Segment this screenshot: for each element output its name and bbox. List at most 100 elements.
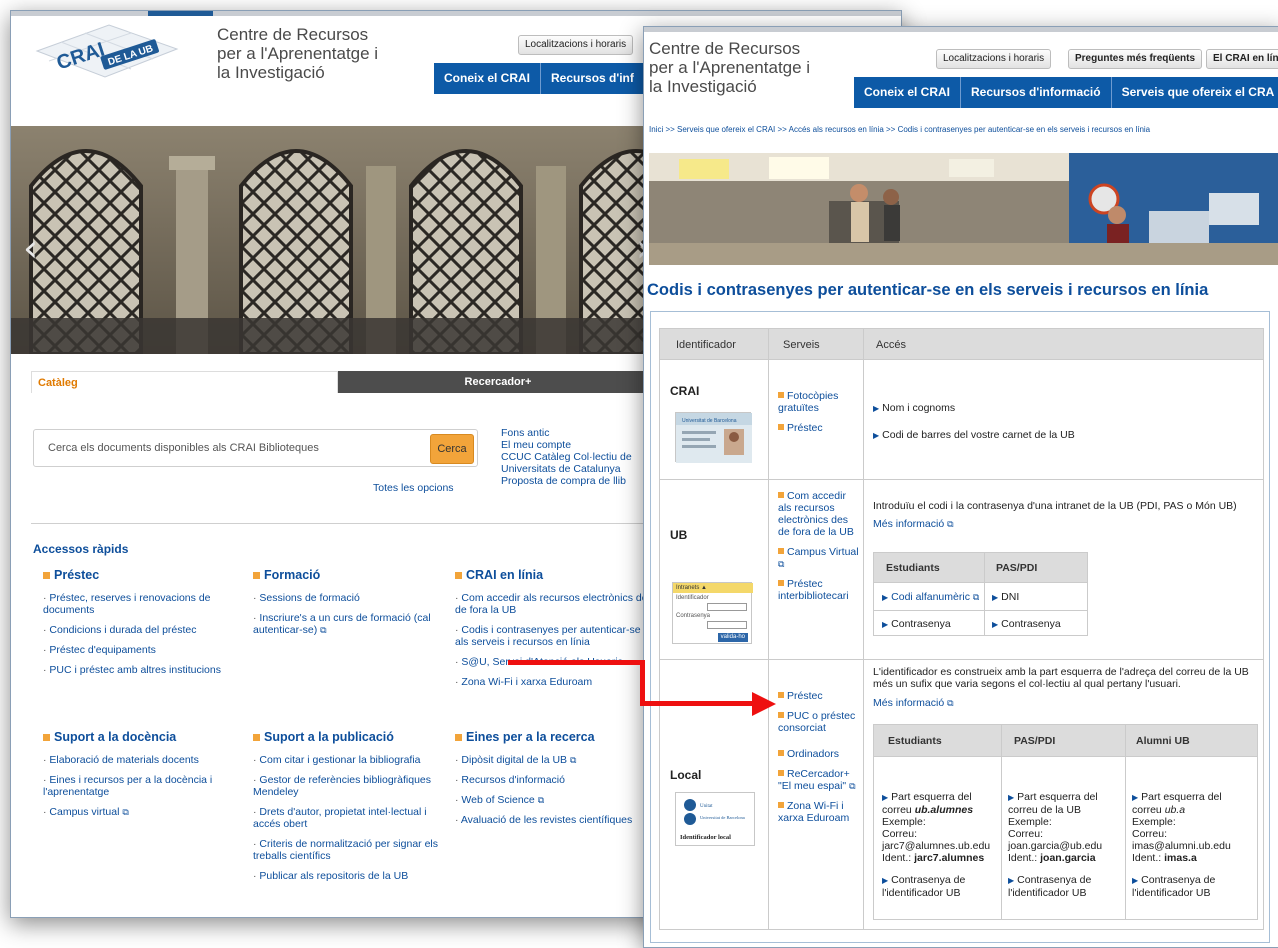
- bullet-icon: [778, 580, 784, 586]
- table-row-crai: CRAI Universitat de Barcelona Fotocòpies…: [659, 360, 1264, 480]
- list-item[interactable]: Codis i contrasenyes per autenticar-se a…: [455, 624, 655, 648]
- list-item[interactable]: PUC i préstec amb altres institucions: [43, 664, 243, 676]
- list-item[interactable]: Criteris de normalització per signar els…: [253, 838, 453, 862]
- services-crai: Fotocòpies gratuïtes Préstec: [778, 390, 860, 442]
- annotation-arrow-h2: [640, 701, 758, 706]
- login-user-field[interactable]: [707, 603, 747, 611]
- service-campus-virtual[interactable]: Campus Virtual ⧉: [778, 546, 860, 570]
- list-item[interactable]: Avaluació de les revistes científiques: [455, 814, 655, 826]
- nav-coneix[interactable]: Coneix el CRAI: [434, 63, 542, 94]
- link-fons-antic[interactable]: Fons antic: [501, 427, 632, 439]
- row-id: Local: [670, 768, 702, 782]
- all-options-link[interactable]: Totes les opcions: [373, 482, 454, 494]
- faq-button[interactable]: Preguntes més freqüents: [1068, 49, 1203, 69]
- nav-recursos[interactable]: Recursos d'informació: [961, 77, 1112, 108]
- search-button[interactable]: Cerca: [430, 434, 474, 464]
- bullet-icon: [778, 692, 784, 698]
- list-item[interactable]: Préstec d'equipaments: [43, 644, 243, 656]
- bullet-icon: [778, 548, 784, 554]
- link-universitats[interactable]: Universitats de Catalunya: [501, 463, 632, 475]
- bullet-icon: [455, 571, 462, 579]
- arrow-right-icon: ▶: [992, 620, 999, 629]
- catalog-search[interactable]: Cerca els documents disponibles als CRAI…: [33, 429, 478, 467]
- catalog-links: Fons antic El meu compte CCUC Catàleg Co…: [501, 427, 632, 487]
- bullet-icon: [778, 712, 784, 718]
- access-ub: Introduïu el codi i la contrasenya d'una…: [873, 500, 1258, 530]
- external-link-icon: ⧉: [947, 698, 954, 708]
- bullet-icon: [43, 571, 50, 579]
- col-formacio: Formació Sessions de formació Inscriure'…: [253, 568, 453, 644]
- crai-logo[interactable]: CRAI DE LA UB: [31, 21, 181, 85]
- bullet-icon: [253, 571, 260, 579]
- tab-cataleg[interactable]: Catàleg: [31, 371, 338, 393]
- svg-text:Universitat de Barcelona: Universitat de Barcelona: [682, 418, 737, 424]
- local-col-pas-pdi: ▶ Part esquerra del correu de la UB Exemp…: [1008, 791, 1103, 899]
- more-info-link[interactable]: Més informació ⧉: [873, 518, 1258, 530]
- service-recercador[interactable]: ReCercador+ "El meu espai" ⧉: [778, 768, 860, 792]
- list-item[interactable]: Recursos d'informació: [455, 774, 655, 786]
- locations-button[interactable]: Localitzacions i horaris: [936, 49, 1052, 69]
- arrow-right-icon: ▶: [1132, 793, 1139, 802]
- nav-recursos[interactable]: Recursos d'inf: [541, 63, 645, 94]
- list-item[interactable]: Com citar i gestionar la bibliografia: [253, 754, 453, 766]
- ub-login-widget: Intranets ▲ Identificador Contrasenya va…: [672, 582, 753, 644]
- list-item[interactable]: Drets d'autor, propietat intel·lectual i…: [253, 806, 453, 830]
- service-prestec[interactable]: Préstec: [778, 690, 860, 702]
- codis-contrasenyes-window: Centre de Recursos per a l'Aprenentatge …: [643, 26, 1278, 948]
- list-item[interactable]: Préstec, reserves i renovacions de docum…: [43, 592, 243, 616]
- search-input[interactable]: Cerca els documents disponibles als CRAI…: [48, 442, 319, 454]
- bullet-icon: [778, 492, 784, 498]
- brand-name: Centre de Recursos per a l'Aprenentatge …: [217, 25, 379, 82]
- list-item[interactable]: Inscriure's a un curs de formació (cal a…: [253, 612, 453, 636]
- service-acces-remot[interactable]: Com accedir als recursos electrònics des…: [778, 490, 860, 538]
- link-meu-compte[interactable]: El meu compte: [501, 439, 632, 451]
- service-puc[interactable]: PUC o préstec consorciat: [778, 710, 860, 734]
- link-ccuc[interactable]: CCUC Catàleg Col·lectiu de: [501, 451, 632, 463]
- nav-serveis[interactable]: Serveis que ofereix el CRA: [1112, 77, 1278, 108]
- service-wifi[interactable]: Zona Wi-Fi i xarxa Eduroam: [778, 800, 860, 824]
- list-item[interactable]: Eines i recursos per a la docència i l'a…: [43, 774, 243, 798]
- ub-subtable: Estudiants PAS/PDI ▶ Codi alfanumèric ⧉ ▶…: [873, 552, 1088, 636]
- locations-button[interactable]: Localitzacions i horaris: [518, 35, 634, 55]
- breadcrumb[interactable]: Inici >> Serveis que ofereix el CRAI >> …: [649, 125, 1150, 134]
- list-item[interactable]: Zona Wi-Fi i xarxa Eduroam: [455, 676, 655, 688]
- arrow-right-icon: ▶: [882, 876, 889, 885]
- nav-coneix[interactable]: Coneix el CRAI: [854, 77, 962, 108]
- crai-online-button[interactable]: El CRAI en líni: [1206, 49, 1278, 69]
- list-item[interactable]: Web of Science ⧉: [455, 794, 655, 806]
- service-prestec[interactable]: Préstec: [778, 422, 860, 434]
- list-item[interactable]: Campus virtual ⧉: [43, 806, 243, 818]
- list-item[interactable]: Publicar als repositoris de la UB: [253, 870, 453, 882]
- list-item[interactable]: Elaboració de materials docents: [43, 754, 243, 766]
- row-id: CRAI: [670, 384, 700, 398]
- list-item[interactable]: Dipòsit digital de la UB ⧉: [455, 754, 655, 766]
- service-prestec-interbibliotecari[interactable]: Préstec interbibliotecari: [778, 578, 860, 602]
- col-suport-publicacio: Suport a la publicació Com citar i gesti…: [253, 730, 453, 890]
- list-item[interactable]: Gestor de referències bibliogràfiques Me…: [253, 774, 453, 798]
- bullet-icon: [778, 750, 784, 756]
- list-item[interactable]: Condicions i durada del préstec: [43, 624, 243, 636]
- svg-text:Universitat de Barcelona: Universitat de Barcelona: [700, 815, 745, 820]
- list-item[interactable]: Com accedir als recursos electrònics des…: [455, 592, 655, 616]
- top-bar: [644, 27, 1278, 32]
- library-image: [649, 153, 1278, 265]
- codi-alfanumeric[interactable]: ▶ Codi alfanumèric ⧉: [882, 591, 979, 604]
- service-ordinadors[interactable]: Ordinadors: [778, 748, 860, 760]
- list-item[interactable]: Sessions de formació: [253, 592, 453, 604]
- login-pass-field[interactable]: [707, 621, 747, 629]
- credentials-table: Identificador Serveis Accés CRAI Univers…: [650, 311, 1270, 943]
- slider-prev-button[interactable]: ‹: [23, 226, 38, 270]
- bullet-icon: [43, 733, 50, 741]
- service-fotocopies[interactable]: Fotocòpies gratuïtes: [778, 390, 860, 414]
- tab-recercador[interactable]: Recercador+: [338, 371, 658, 393]
- link-proposta[interactable]: Proposta de compra de llib: [501, 475, 632, 487]
- arrow-right-icon: ▶: [1132, 876, 1139, 885]
- login-submit-button[interactable]: valida-ho: [717, 633, 748, 642]
- col-suport-docencia: Suport a la docència Elaboració de mater…: [43, 730, 243, 826]
- table-header: Identificador Serveis Accés: [659, 328, 1264, 360]
- row-id: UB: [670, 528, 688, 542]
- table-row-ub: UB Intranets ▲ Identificador Contrasenya…: [659, 480, 1264, 660]
- annotation-arrow-head-icon: [752, 692, 776, 716]
- more-info-link[interactable]: Més informació ⧉: [873, 697, 1265, 709]
- external-link-icon: ⧉: [972, 592, 980, 602]
